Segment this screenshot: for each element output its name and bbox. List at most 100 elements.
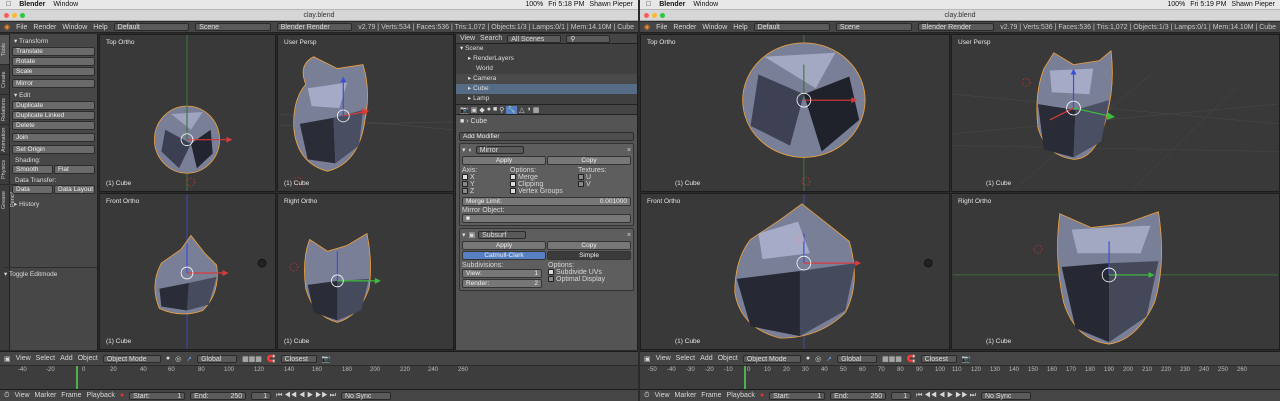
- layout-select[interactable]: Default: [113, 23, 190, 31]
- data-layout-button[interactable]: Data Layout: [54, 185, 95, 194]
- tab-create[interactable]: Create: [0, 64, 9, 94]
- mirror-object-field[interactable]: ■: [462, 214, 631, 223]
- texture-u-checkbox[interactable]: U: [578, 174, 606, 181]
- blender-icon[interactable]: ◉: [644, 23, 650, 31]
- playback-menu[interactable]: Playback: [727, 392, 755, 399]
- view-menu[interactable]: View: [654, 392, 669, 399]
- start-frame-field[interactable]: Start: 1: [129, 391, 186, 400]
- apply-button[interactable]: Apply: [462, 241, 546, 250]
- menu-file[interactable]: File: [656, 24, 667, 31]
- marker-menu[interactable]: Marker: [35, 392, 57, 399]
- menu-file[interactable]: File: [16, 24, 27, 31]
- snap-target-select[interactable]: Closest: [920, 354, 957, 363]
- mode-select[interactable]: Object Mode: [102, 354, 161, 363]
- set-origin-button[interactable]: Set Origin: [12, 145, 95, 154]
- apple-icon[interactable]: : [6, 1, 11, 8]
- snap-icon[interactable]: 🧲: [907, 355, 916, 363]
- modifier-name-field[interactable]: Subsurf: [478, 231, 527, 239]
- orientation-select[interactable]: Global: [197, 354, 238, 363]
- viewport-right-ortho[interactable]: Right Ortho (1) Cube: [951, 193, 1280, 350]
- current-frame-marker[interactable]: [76, 366, 78, 389]
- select-menu[interactable]: Select: [36, 355, 55, 362]
- subdivide-uvs-checkbox[interactable]: Subdivide UVs: [548, 269, 605, 276]
- viewport-top-ortho[interactable]: Top Ortho (1) Cube: [99, 34, 276, 192]
- tree-item[interactable]: ▾ Scene: [456, 44, 637, 54]
- scale-button[interactable]: Scale: [12, 67, 95, 76]
- axis-x-checkbox[interactable]: X: [462, 174, 502, 181]
- render-levels-field[interactable]: Render: 2: [462, 279, 542, 288]
- rotate-button[interactable]: Rotate: [12, 57, 95, 66]
- sync-select[interactable]: No Sync: [340, 391, 391, 400]
- end-frame-field[interactable]: End: 250: [190, 391, 247, 400]
- add-menu[interactable]: Add: [700, 355, 712, 362]
- shading-icon[interactable]: ●: [166, 355, 170, 362]
- object-tab-icon[interactable]: ■: [493, 106, 497, 113]
- texture-tab-icon[interactable]: ▦: [533, 106, 540, 114]
- collapse-icon[interactable]: ▾: [462, 231, 466, 239]
- close-icon[interactable]: ×: [627, 147, 631, 154]
- scene-tab-icon[interactable]: ◆: [479, 106, 484, 114]
- tree-item[interactable]: ▸ Camera: [456, 74, 637, 84]
- editor-type-icon[interactable]: ▣: [644, 355, 651, 363]
- data-button[interactable]: Data: [12, 185, 53, 194]
- tab-tools[interactable]: Tools: [0, 34, 9, 64]
- pivot-icon[interactable]: ◎: [815, 355, 821, 363]
- orientation-select[interactable]: Global: [837, 354, 878, 363]
- world-tab-icon[interactable]: ●: [487, 106, 491, 113]
- translate-button[interactable]: Translate: [12, 47, 95, 56]
- end-frame-field[interactable]: End: 250: [830, 391, 887, 400]
- menu-render[interactable]: Render: [673, 24, 696, 31]
- material-tab-icon[interactable]: ◑: [526, 106, 530, 113]
- modifiers-tab-icon[interactable]: 🔧: [506, 105, 518, 114]
- playback-menu[interactable]: Playback: [87, 392, 115, 399]
- editor-type-icon[interactable]: ▣: [4, 355, 11, 363]
- close-icon[interactable]: [644, 13, 649, 18]
- join-button[interactable]: Join: [12, 133, 95, 142]
- app-menu[interactable]: Blender: [19, 1, 45, 8]
- sync-select[interactable]: No Sync: [980, 391, 1031, 400]
- marker-menu[interactable]: Marker: [675, 392, 697, 399]
- menu-help[interactable]: Help: [733, 24, 747, 31]
- viewport-front-ortho[interactable]: Front Ortho (1) Cube: [99, 193, 276, 350]
- add-menu[interactable]: Add: [60, 355, 72, 362]
- mode-select[interactable]: Object Mode: [742, 354, 801, 363]
- display-mode-select[interactable]: All Scenes: [507, 34, 562, 43]
- layers-icon[interactable]: ▦▦▦: [882, 355, 902, 363]
- viewport-top-ortho[interactable]: Top Ortho (1) Cube: [640, 34, 950, 192]
- axis-y-checkbox[interactable]: Y: [462, 181, 502, 188]
- tree-item[interactable]: World: [456, 64, 637, 74]
- viewport-front-ortho[interactable]: Front Ortho (1) Cube: [640, 193, 950, 350]
- copy-button[interactable]: Copy: [547, 156, 631, 165]
- add-modifier-button[interactable]: Add Modifier: [459, 132, 634, 141]
- user-name[interactable]: Shawn Pieper: [589, 1, 633, 8]
- current-frame-marker[interactable]: [744, 366, 746, 389]
- close-icon[interactable]: [4, 13, 9, 18]
- viewport-user-persp[interactable]: User Persp (1) Cube: [277, 34, 454, 192]
- minimize-icon[interactable]: [12, 13, 17, 18]
- tab-physics[interactable]: Physics: [0, 154, 9, 184]
- smooth-button[interactable]: Smooth: [12, 165, 53, 174]
- axis-z-checkbox[interactable]: Z: [462, 188, 502, 195]
- manipulator-icon[interactable]: ➚: [826, 355, 832, 363]
- vertex-groups-checkbox[interactable]: Vertex Groups: [510, 188, 570, 195]
- tab-animation[interactable]: Animation: [0, 124, 9, 154]
- zoom-icon[interactable]: [20, 13, 25, 18]
- duplicate-linked-button[interactable]: Duplicate Linked: [12, 111, 95, 120]
- clipping-checkbox[interactable]: Clipping: [510, 181, 570, 188]
- current-frame-field[interactable]: 1: [891, 391, 912, 400]
- frame-menu[interactable]: Frame: [701, 392, 721, 399]
- manipulator-icon[interactable]: ➚: [186, 355, 192, 363]
- outliner-search-input[interactable]: ⚲: [566, 34, 611, 43]
- view-menu[interactable]: View: [656, 355, 671, 362]
- view-levels-field[interactable]: View: 1: [462, 269, 542, 278]
- playback-controls[interactable]: ⏮ ◀◀ ◀ ▶ ▶▶ ⏭: [916, 392, 976, 400]
- start-frame-field[interactable]: Start: 1: [769, 391, 826, 400]
- tab-relations[interactable]: Relations: [0, 94, 9, 124]
- render-icon[interactable]: 📷: [322, 355, 331, 363]
- menu-render[interactable]: Render: [33, 24, 56, 31]
- record-icon[interactable]: ●: [760, 392, 764, 399]
- tree-item[interactable]: ▸ Lamp: [456, 94, 637, 104]
- copy-button[interactable]: Copy: [547, 241, 631, 250]
- flat-button[interactable]: Flat: [54, 165, 95, 174]
- apply-button[interactable]: Apply: [462, 156, 546, 165]
